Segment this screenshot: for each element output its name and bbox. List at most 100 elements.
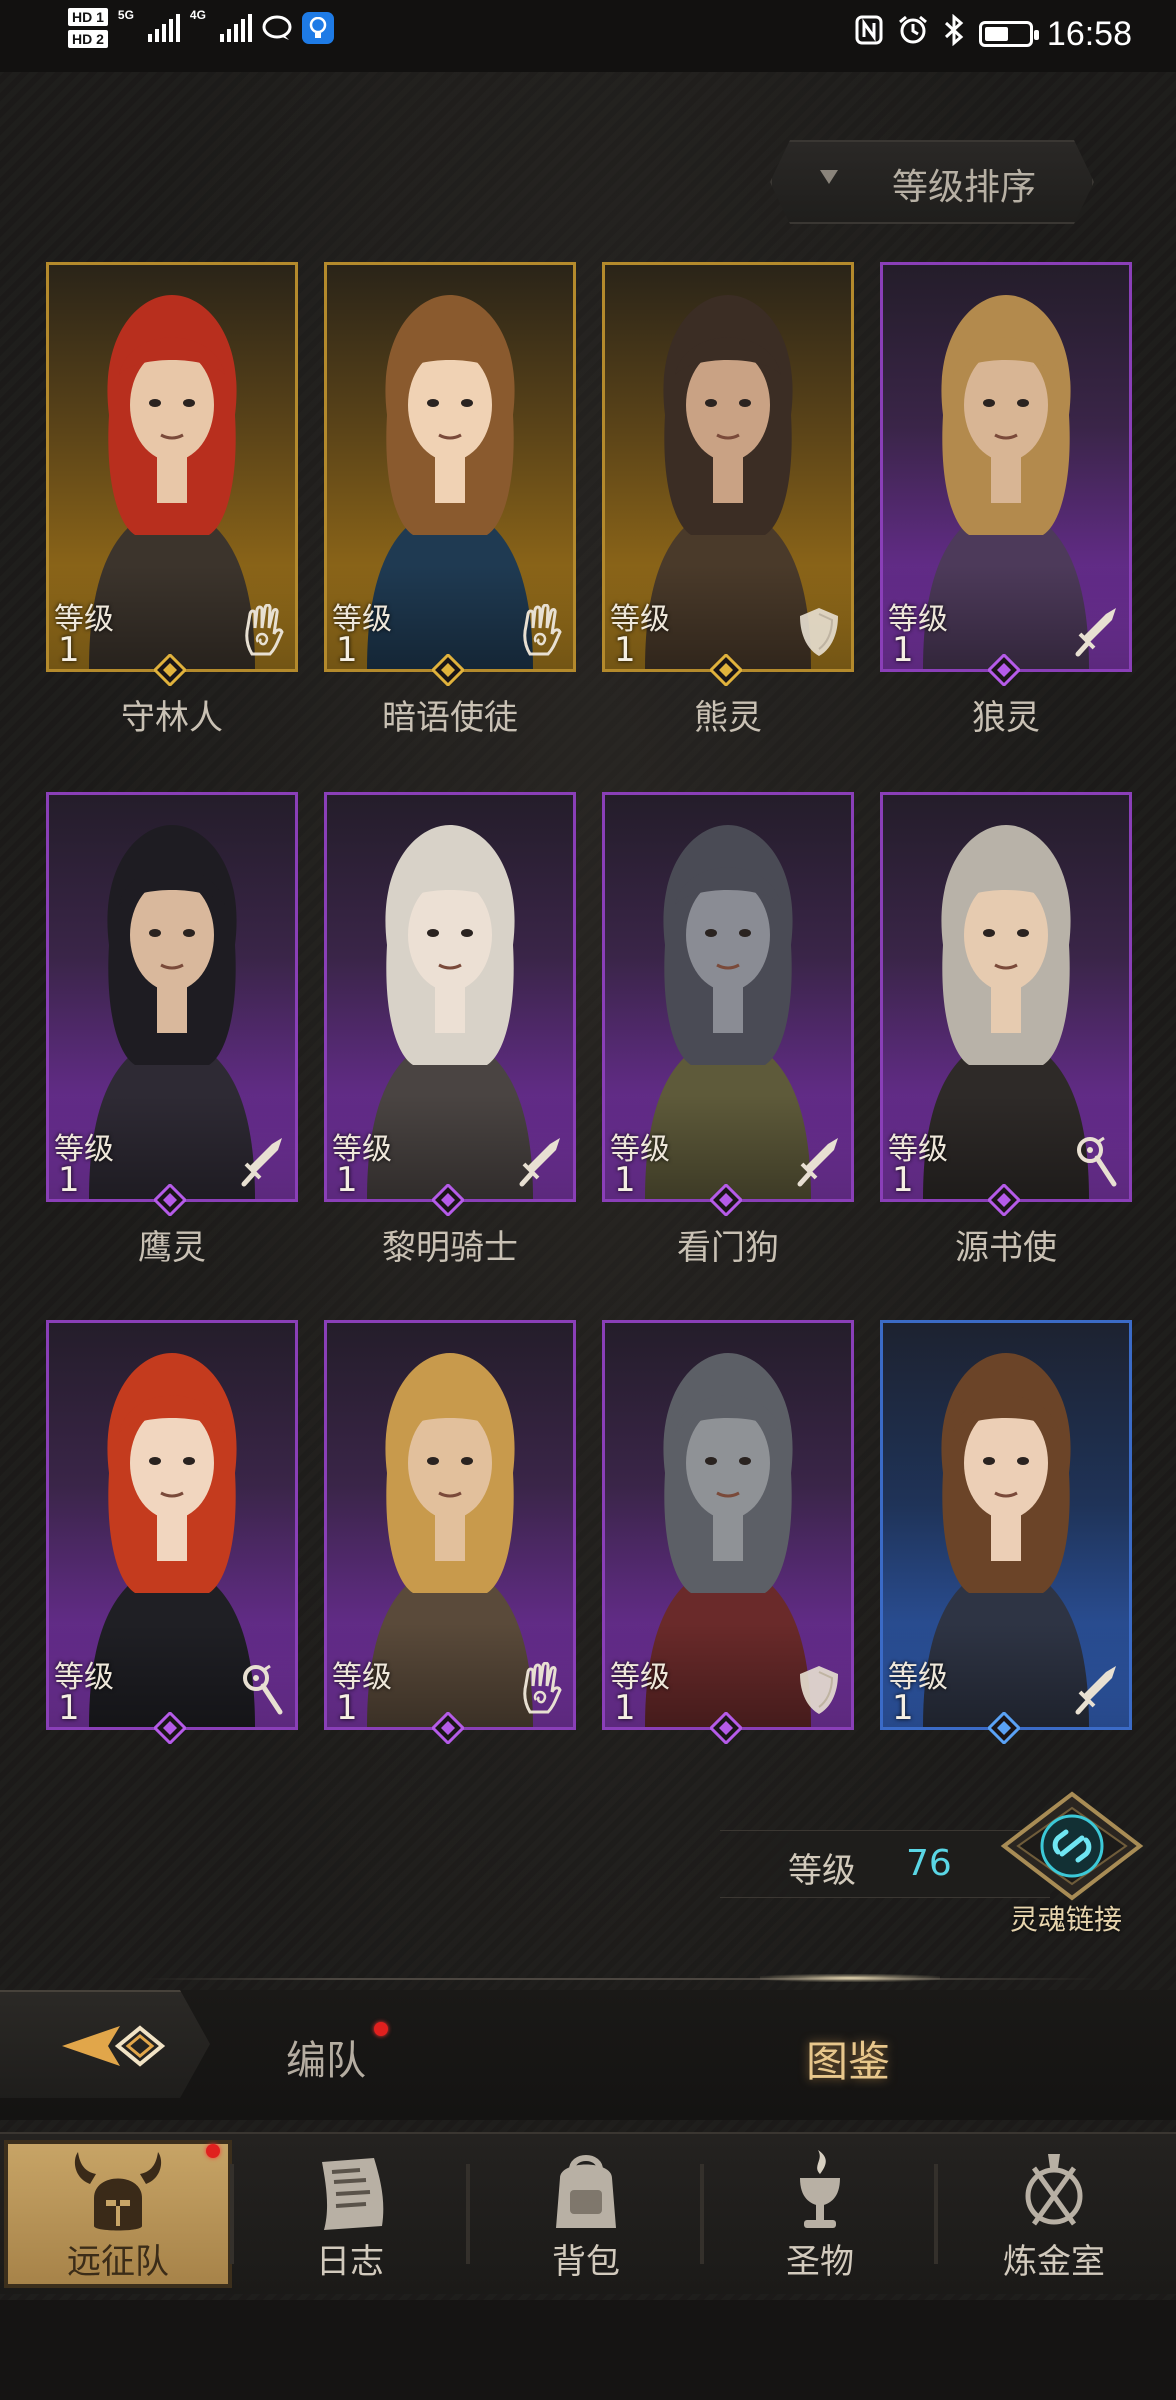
status-bar: HD 1 HD 2 5G 4G 16:58 <box>0 0 1176 72</box>
nav-separator <box>934 2164 938 2264</box>
hand-icon <box>516 1661 566 1718</box>
alchemy-icon <box>1004 2148 1104 2238</box>
notification-dot <box>374 2022 388 2036</box>
divider-highlight <box>760 1974 940 1982</box>
hero-card[interactable]: 等级 1 <box>602 792 854 1218</box>
hero-level-value: 1 <box>892 1160 914 1200</box>
chat-icon <box>262 13 292 43</box>
alarm-icon <box>897 14 929 54</box>
rarity-gem-icon <box>152 1710 188 1746</box>
hero-card[interactable]: 等级 1 <box>46 1320 298 1746</box>
hand-icon <box>238 603 288 660</box>
backpack-icon <box>536 2148 636 2238</box>
tab-row: 编队 图鉴 <box>0 1990 1176 2120</box>
hero-card[interactable]: 等级 1 <box>880 1320 1132 1746</box>
tab-formation[interactable]: 编队 <box>286 2028 366 2086</box>
hero-card[interactable]: 等级 1 <box>324 262 576 688</box>
hero-level-value: 1 <box>614 1160 636 1200</box>
hero-name: 看门狗 <box>677 1228 779 1268</box>
rarity-gem-icon <box>708 1710 744 1746</box>
tab-codex[interactable]: 图鉴 <box>806 2028 890 2089</box>
notification-dot <box>206 2144 220 2158</box>
staff-icon <box>238 1662 288 1718</box>
sword-icon <box>1072 1662 1122 1718</box>
sort-by-level-button[interactable]: 等级排序 <box>770 140 1094 224</box>
hero-level-value: 1 <box>58 630 80 670</box>
dropdown-arrow-icon <box>820 170 838 184</box>
hero-level-value: 1 <box>336 1688 358 1728</box>
nav-separator <box>466 2164 470 2264</box>
hero-card[interactable]: 等级 1 <box>324 792 576 1218</box>
network-type-1: 5G <box>117 8 134 22</box>
signal-icon <box>219 14 252 42</box>
hero-name: 源书使 <box>955 1228 1057 1268</box>
hero-level-value: 1 <box>614 630 636 670</box>
rarity-gem-icon <box>430 1182 466 1218</box>
nfc-icon <box>855 15 883 53</box>
helmet-icon <box>68 2148 168 2238</box>
clock: 16:58 <box>1046 14 1132 53</box>
nav-item-label: 炼金室 <box>1003 2242 1105 2282</box>
rarity-gem-icon <box>708 1182 744 1218</box>
hero-name: 守林人 <box>121 698 223 738</box>
network-type-2: 4G <box>189 8 206 22</box>
rarity-gem-icon <box>430 1710 466 1746</box>
hand-icon <box>516 603 566 660</box>
nav-item[interactable]: 圣物 <box>706 2140 934 2288</box>
sword-icon <box>794 1134 844 1190</box>
nav-separator <box>230 2164 234 2264</box>
nav-item-label: 圣物 <box>786 2242 854 2282</box>
nav-item[interactable]: 炼金室 <box>940 2140 1168 2288</box>
nav-item[interactable]: 远征队 <box>4 2140 232 2288</box>
soul-link-level-label: 等级 <box>788 1851 856 1891</box>
sim1-badge: HD 1 <box>68 8 108 26</box>
hero-card[interactable]: 等级 1 <box>602 262 854 688</box>
hero-name: 熊灵 <box>694 698 762 738</box>
rarity-gem-icon <box>708 652 744 688</box>
sim2-badge: HD 2 <box>68 30 108 48</box>
bottom-strip <box>0 2300 1176 2400</box>
sword-icon <box>238 1134 288 1190</box>
hero-level-value: 1 <box>336 1160 358 1200</box>
rarity-gem-icon <box>152 1182 188 1218</box>
soul-link-level-value: 76 <box>906 1843 952 1884</box>
shield-icon <box>794 1662 844 1718</box>
bulb-icon <box>301 12 334 44</box>
hero-name: 暗语使徒 <box>382 698 518 738</box>
rarity-gem-icon <box>152 652 188 688</box>
shield-icon <box>794 604 844 660</box>
sword-icon <box>516 1134 566 1190</box>
nav-item-label: 日志 <box>316 2242 384 2282</box>
staff-icon <box>1072 1134 1122 1190</box>
signal-icon <box>147 14 180 42</box>
hero-level-value: 1 <box>58 1688 80 1728</box>
divider <box>140 1978 1100 1980</box>
back-arrow-icon <box>62 2025 166 2067</box>
nav-item[interactable]: 背包 <box>472 2140 700 2288</box>
rarity-gem-icon <box>986 1182 1022 1218</box>
hero-card[interactable]: 等级 1 <box>880 262 1132 688</box>
hero-card[interactable]: 等级 1 <box>602 1320 854 1746</box>
hero-name: 狼灵 <box>972 698 1040 738</box>
sort-button-label: 等级排序 <box>892 167 1037 208</box>
hero-level-value: 1 <box>58 1160 80 1200</box>
nav-item-label: 背包 <box>552 2242 620 2282</box>
battery-icon <box>978 21 1039 47</box>
hero-card[interactable]: 等级 1 <box>880 792 1132 1218</box>
hero-level-value: 1 <box>892 1688 914 1728</box>
hero-level-value: 1 <box>614 1688 636 1728</box>
scroll-icon <box>300 2148 400 2238</box>
hero-level-value: 1 <box>336 630 358 670</box>
nav-separator <box>700 2164 704 2264</box>
rarity-gem-icon <box>430 652 466 688</box>
nav-item[interactable]: 日志 <box>236 2140 464 2288</box>
soul-link-label: 灵魂链接 <box>1010 1903 1123 1936</box>
rarity-gem-icon <box>986 652 1022 688</box>
back-button[interactable] <box>0 1990 210 2098</box>
bluetooth-icon <box>943 13 965 54</box>
hero-card[interactable]: 等级 1 <box>46 262 298 688</box>
rarity-gem-icon <box>986 1710 1022 1746</box>
hero-name: 黎明骑士 <box>382 1228 518 1268</box>
hero-card[interactable]: 等级 1 <box>46 792 298 1218</box>
hero-card[interactable]: 等级 1 <box>324 1320 576 1746</box>
